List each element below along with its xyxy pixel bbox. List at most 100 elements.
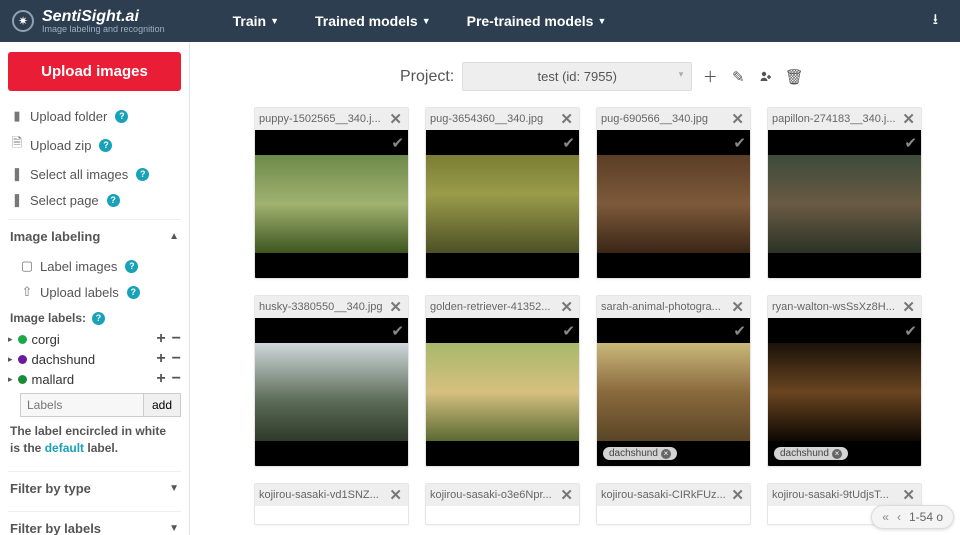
triangle-icon: ▸ bbox=[8, 354, 13, 365]
image-card[interactable]: sarah-animal-photogra... ✕ ✔ dachshund× bbox=[596, 295, 751, 467]
upload-labels[interactable]: ⇧Upload labels? bbox=[8, 279, 181, 305]
edit-project-button[interactable]: ✎ bbox=[728, 67, 748, 87]
triangle-icon: ▸ bbox=[8, 374, 13, 385]
project-select[interactable]: test (id: 7955) bbox=[462, 62, 692, 91]
logo[interactable]: ✷ SentiSight.ai Image labeling and recog… bbox=[12, 9, 165, 34]
close-icon[interactable]: ✕ bbox=[900, 110, 917, 128]
plus-icon[interactable]: + bbox=[156, 351, 165, 367]
close-icon[interactable]: ✕ bbox=[558, 486, 575, 504]
image-card[interactable]: papillon-274183__340.j... ✕ ✔ bbox=[767, 107, 922, 279]
plus-icon[interactable]: + bbox=[156, 371, 165, 387]
filename: kojirou-sasaki-9tUdjsT... bbox=[772, 489, 900, 501]
add-label-button[interactable]: add bbox=[144, 393, 181, 417]
label-row[interactable]: ▸ corgi +− bbox=[8, 329, 181, 349]
check-icon[interactable]: ✔ bbox=[904, 134, 917, 152]
select-page[interactable]: ❚Select page? bbox=[8, 187, 181, 213]
filename: pug-3654360__340.jpg bbox=[430, 113, 558, 125]
label-input[interactable] bbox=[20, 393, 144, 417]
remove-tag-icon[interactable]: × bbox=[832, 449, 842, 459]
card-header: papillon-274183__340.j... ✕ bbox=[768, 108, 921, 130]
section-filter-type[interactable]: Filter by type▼ bbox=[8, 471, 181, 505]
upload-images-button[interactable]: Upload images bbox=[8, 52, 181, 91]
label-row[interactable]: ▸ dachshund +− bbox=[8, 349, 181, 369]
chevron-down-icon: ▼ bbox=[422, 16, 431, 26]
help-icon[interactable]: ? bbox=[115, 110, 128, 123]
image-card[interactable]: kojirou-sasaki-vd1SNZ... ✕ bbox=[254, 483, 409, 525]
thumbnail[interactable]: ✔ bbox=[255, 130, 408, 278]
default-label-hint: The label encircled in white is the defa… bbox=[8, 423, 181, 465]
pager-first[interactable]: « bbox=[882, 510, 889, 524]
check-icon[interactable]: ✔ bbox=[391, 134, 404, 152]
share-project-button[interactable] bbox=[756, 67, 776, 87]
section-filter-labels[interactable]: Filter by labels▼ bbox=[8, 511, 181, 535]
image-card[interactable]: pug-3654360__340.jpg ✕ ✔ bbox=[425, 107, 580, 279]
close-icon[interactable]: ✕ bbox=[729, 298, 746, 316]
check-icon[interactable]: ✔ bbox=[733, 322, 746, 340]
check-icon[interactable]: ✔ bbox=[733, 134, 746, 152]
nav-pretrained-models[interactable]: Pre-trained models▼ bbox=[449, 13, 625, 29]
help-icon[interactable]: ? bbox=[136, 168, 149, 181]
download-icon[interactable]: ⭳ bbox=[923, 9, 948, 34]
select-all-images[interactable]: ❚Select all images? bbox=[8, 161, 181, 187]
check-icon[interactable]: ✔ bbox=[391, 322, 404, 340]
filename: pug-690566__340.jpg bbox=[601, 113, 729, 125]
thumbnail[interactable]: ✔ dachshund× bbox=[768, 318, 921, 466]
close-icon[interactable]: ✕ bbox=[729, 110, 746, 128]
label-row[interactable]: ▸ mallard +− bbox=[8, 369, 181, 389]
thumbnail[interactable]: ✔ bbox=[597, 130, 750, 278]
filename: papillon-274183__340.j... bbox=[772, 113, 900, 125]
add-project-button[interactable]: ＋ bbox=[700, 67, 720, 87]
close-icon[interactable]: ✕ bbox=[900, 298, 917, 316]
check-icon[interactable]: ✔ bbox=[562, 134, 575, 152]
help-icon[interactable]: ? bbox=[92, 312, 105, 325]
image-tag: dachshund× bbox=[603, 447, 677, 460]
thumbnail[interactable]: ✔ bbox=[426, 318, 579, 466]
thumbnail[interactable]: ✔ bbox=[255, 318, 408, 466]
image-card[interactable]: kojirou-sasaki-o3e6Npr... ✕ bbox=[425, 483, 580, 525]
chevron-down-icon: ▼ bbox=[169, 523, 179, 534]
card-header: sarah-animal-photogra... ✕ bbox=[597, 296, 750, 318]
image-card[interactable]: golden-retriever-41352... ✕ ✔ bbox=[425, 295, 580, 467]
help-icon[interactable]: ? bbox=[125, 260, 138, 273]
image-card[interactable]: husky-3380550__340.jpg ✕ ✔ bbox=[254, 295, 409, 467]
thumbnail[interactable]: ✔ dachshund× bbox=[597, 318, 750, 466]
minus-icon[interactable]: − bbox=[172, 331, 181, 347]
upload-folder[interactable]: ▮Upload folder? bbox=[8, 103, 181, 129]
close-icon[interactable]: ✕ bbox=[387, 486, 404, 504]
image-card[interactable]: kojirou-sasaki-CIRkFUz... ✕ bbox=[596, 483, 751, 525]
nav-train[interactable]: Train▼ bbox=[215, 13, 297, 29]
image-card[interactable]: puppy-1502565__340.j... ✕ ✔ bbox=[254, 107, 409, 279]
plus-icon[interactable]: + bbox=[156, 331, 165, 347]
image-card[interactable]: pug-690566__340.jpg ✕ ✔ bbox=[596, 107, 751, 279]
close-icon[interactable]: ✕ bbox=[558, 298, 575, 316]
thumbnail[interactable]: ✔ bbox=[426, 130, 579, 278]
image-card[interactable]: ryan-walton-wsSsXz8H... ✕ ✔ dachshund× bbox=[767, 295, 922, 467]
thumbnail[interactable]: ✔ bbox=[768, 130, 921, 278]
check-icon[interactable]: ✔ bbox=[904, 322, 917, 340]
box-icon: ▢ bbox=[20, 258, 34, 274]
close-icon[interactable]: ✕ bbox=[558, 110, 575, 128]
upload-zip[interactable]: 🗎Upload zip? bbox=[8, 129, 181, 161]
close-icon[interactable]: ✕ bbox=[900, 486, 917, 504]
nav-trained-models[interactable]: Trained models▼ bbox=[297, 13, 449, 29]
filename: kojirou-sasaki-CIRkFUz... bbox=[601, 489, 729, 501]
help-icon[interactable]: ? bbox=[127, 286, 140, 299]
remove-tag-icon[interactable]: × bbox=[661, 449, 671, 459]
label-images[interactable]: ▢Label images? bbox=[8, 253, 181, 279]
card-header: kojirou-sasaki-9tUdjsT... ✕ bbox=[768, 484, 921, 506]
help-icon[interactable]: ? bbox=[107, 194, 120, 207]
project-label: Project: bbox=[400, 68, 454, 86]
filename: husky-3380550__340.jpg bbox=[259, 301, 387, 313]
card-header: pug-3654360__340.jpg ✕ bbox=[426, 108, 579, 130]
minus-icon[interactable]: − bbox=[172, 351, 181, 367]
pager-prev[interactable]: ‹ bbox=[897, 510, 901, 524]
close-icon[interactable]: ✕ bbox=[387, 298, 404, 316]
image-labels-heading: Image labels:? bbox=[8, 305, 181, 329]
help-icon[interactable]: ? bbox=[99, 139, 112, 152]
check-icon[interactable]: ✔ bbox=[562, 322, 575, 340]
delete-project-button[interactable]: 🗑 bbox=[784, 67, 804, 87]
section-image-labeling[interactable]: Image labeling▲ bbox=[8, 219, 181, 253]
close-icon[interactable]: ✕ bbox=[729, 486, 746, 504]
minus-icon[interactable]: − bbox=[172, 371, 181, 387]
close-icon[interactable]: ✕ bbox=[387, 110, 404, 128]
